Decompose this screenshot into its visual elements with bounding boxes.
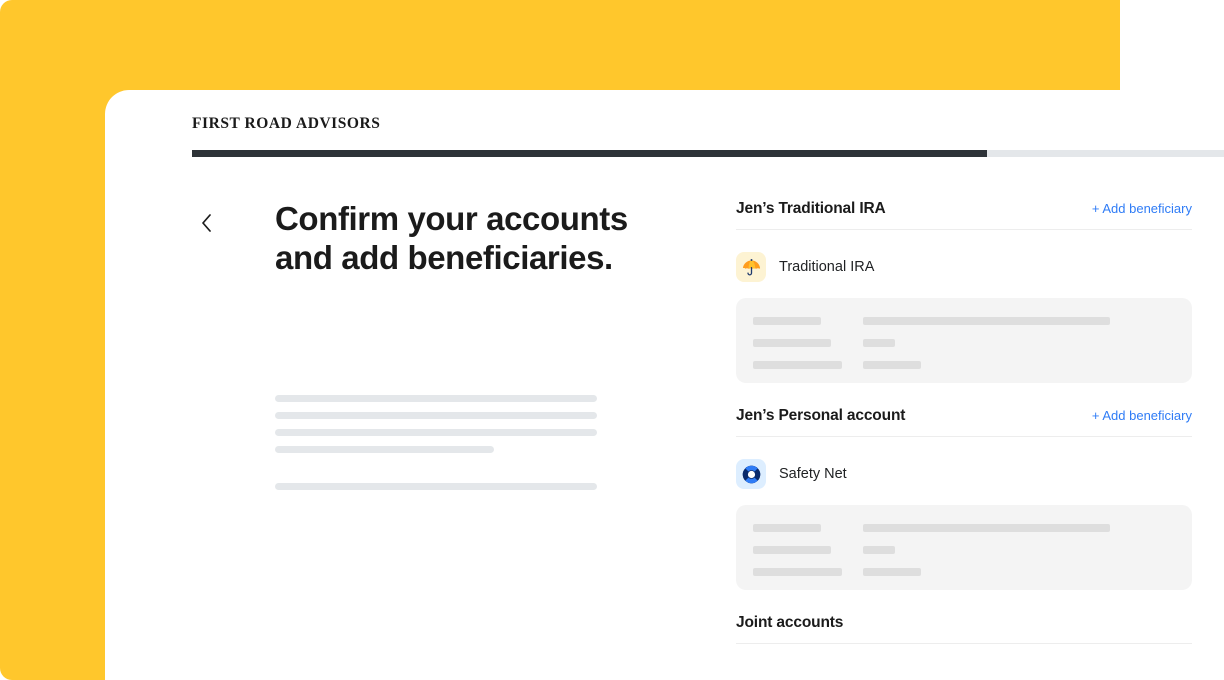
skeleton-card-row	[753, 546, 1175, 554]
skeleton-card-row	[753, 317, 1175, 325]
skeleton-chip	[753, 317, 821, 325]
white-top-right-fill	[1120, 0, 1224, 90]
add-beneficiary-link[interactable]: + Add beneficiary	[1092, 408, 1192, 423]
skeleton-chip	[753, 568, 842, 576]
skeleton-card-row	[753, 568, 1175, 576]
accounts-list: Jen’s Traditional IRA + Add beneficiary Tr…	[736, 200, 1192, 644]
chevron-left-icon	[201, 214, 211, 232]
account-row[interactable]: Safety Net	[736, 437, 1192, 505]
account-group-header: Jen’s Traditional IRA + Add beneficiary	[736, 200, 1192, 229]
account-name-label: Safety Net	[779, 466, 847, 482]
skeleton-chip	[863, 568, 921, 576]
skeleton-cell-right	[863, 524, 1110, 532]
skeleton-line	[275, 429, 597, 436]
account-group-title: Joint accounts	[736, 614, 844, 631]
app-content-card: FIRST ROAD ADVISORS Confirm your account…	[105, 90, 1224, 680]
left-skeleton-paragraph	[275, 395, 597, 500]
skeleton-chip	[753, 339, 831, 347]
skeleton-cell-right	[863, 339, 895, 347]
skeleton-cell-left	[753, 339, 863, 347]
account-row[interactable]: Traditional IRA	[736, 230, 1192, 298]
skeleton-cell-right	[863, 568, 921, 576]
umbrella-icon	[742, 258, 760, 276]
account-details-skeleton-card	[736, 298, 1192, 383]
skeleton-chip	[863, 339, 895, 347]
account-icon-badge	[736, 252, 766, 282]
account-group-header: Jen’s Personal account + Add beneficiary	[736, 407, 1192, 436]
account-icon-badge	[736, 459, 766, 489]
skeleton-line	[275, 483, 597, 490]
skeleton-cell-left	[753, 568, 863, 576]
account-group: Joint accounts	[736, 614, 1192, 644]
skeleton-cell-right	[863, 361, 921, 369]
section-divider	[736, 643, 1192, 644]
skeleton-line	[275, 395, 597, 402]
skeleton-chip	[753, 546, 831, 554]
skeleton-cell-left	[753, 361, 863, 369]
screen-root: FIRST ROAD ADVISORS Confirm your account…	[0, 0, 1224, 680]
skeleton-chip	[863, 524, 1110, 532]
skeleton-line	[275, 446, 494, 453]
skeleton-chip	[753, 524, 821, 532]
skeleton-card-row	[753, 339, 1175, 347]
skeleton-chip	[863, 546, 895, 554]
skeleton-chip	[753, 361, 842, 369]
account-name-label: Traditional IRA	[779, 259, 875, 275]
skeleton-cell-left	[753, 546, 863, 554]
skeleton-cell-left	[753, 524, 863, 532]
skeleton-chip	[863, 317, 1110, 325]
skeleton-card-row	[753, 524, 1175, 532]
skeleton-cell-right	[863, 546, 895, 554]
skeleton-card-row	[753, 361, 1175, 369]
skeleton-cell-left	[753, 317, 863, 325]
skeleton-cell-right	[863, 317, 1110, 325]
account-group-header: Joint accounts	[736, 614, 1192, 643]
skeleton-chip	[863, 361, 921, 369]
page-title: Confirm your accounts and add beneficiar…	[275, 200, 628, 276]
add-beneficiary-link[interactable]: + Add beneficiary	[1092, 201, 1192, 216]
account-group: Jen’s Traditional IRA + Add beneficiary Tr…	[736, 200, 1192, 383]
account-group-title: Jen’s Personal account	[736, 407, 906, 424]
progress-bar-fill	[192, 150, 987, 157]
body-columns: Confirm your accounts and add beneficiar…	[105, 200, 1224, 680]
skeleton-line	[275, 412, 597, 419]
account-group-title: Jen’s Traditional IRA	[736, 200, 886, 217]
account-group: Jen’s Personal account + Add beneficiary S…	[736, 407, 1192, 590]
progress-bar-track	[192, 150, 1224, 157]
life-ring-icon	[742, 465, 760, 483]
brand-title: FIRST ROAD ADVISORS	[192, 115, 381, 132]
account-details-skeleton-card	[736, 505, 1192, 590]
back-button[interactable]	[192, 209, 220, 237]
